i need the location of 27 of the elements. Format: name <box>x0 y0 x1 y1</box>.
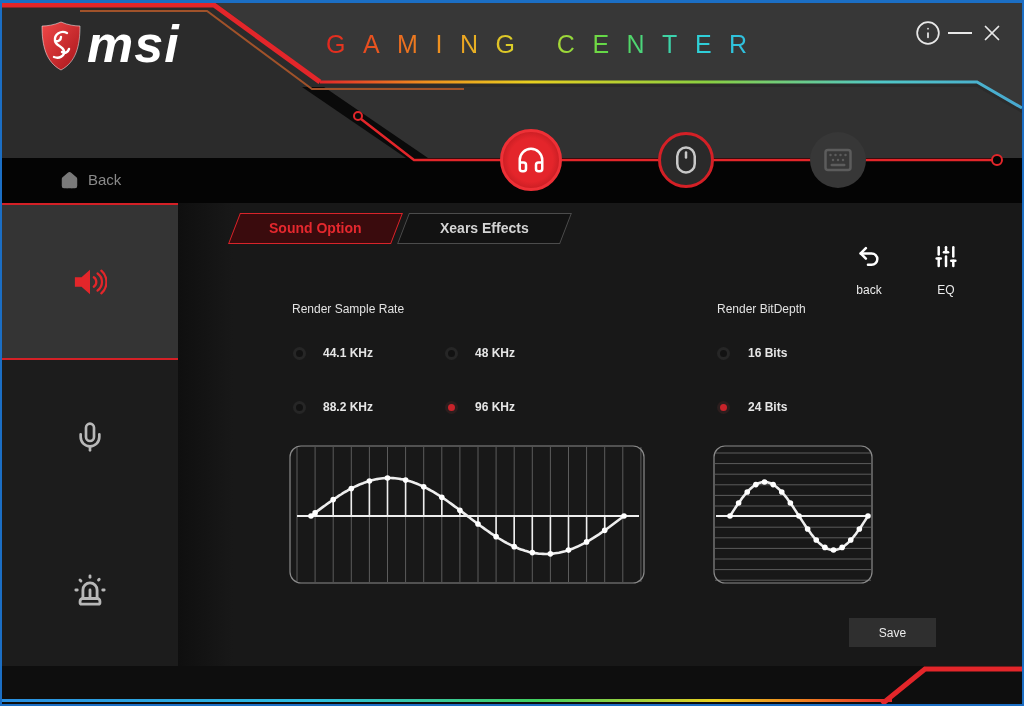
section-label: Render Sample Rate <box>292 301 405 317</box>
radio-button[interactable] <box>445 400 458 414</box>
info-icon <box>915 20 941 46</box>
radio-label: 88.2 KHz <box>323 399 374 415</box>
radio-label: 44.1 KHz <box>323 345 374 361</box>
eq-button[interactable]: EQ <box>926 244 966 298</box>
save-button[interactable]: Save <box>849 618 936 647</box>
tab[interactable]: Xears Effects <box>397 213 572 244</box>
back-link[interactable]: Back <box>60 169 122 192</box>
radio-label: 48 KHz <box>475 345 515 361</box>
home-icon <box>60 171 79 190</box>
alarm-light-icon <box>73 572 107 607</box>
headset-icon <box>516 145 546 175</box>
back-button[interactable]: back <box>849 244 889 298</box>
sidebar-tab[interactable] <box>2 203 178 360</box>
radio-button[interactable] <box>717 400 730 414</box>
shield-logo-icon <box>40 21 82 71</box>
tab[interactable]: Sound Option <box>228 213 403 244</box>
logo-text: msi <box>87 16 180 72</box>
radio-label: 16 Bits <box>748 345 788 361</box>
radio-label: 96 KHz <box>475 399 515 415</box>
speaker-icon <box>73 267 107 296</box>
section-label: Render BitDepth <box>717 301 806 317</box>
minimize-icon <box>948 32 972 34</box>
radio-label: 24 Bits <box>748 399 788 415</box>
sliders-icon <box>932 244 960 269</box>
info-button[interactable] <box>915 20 941 46</box>
